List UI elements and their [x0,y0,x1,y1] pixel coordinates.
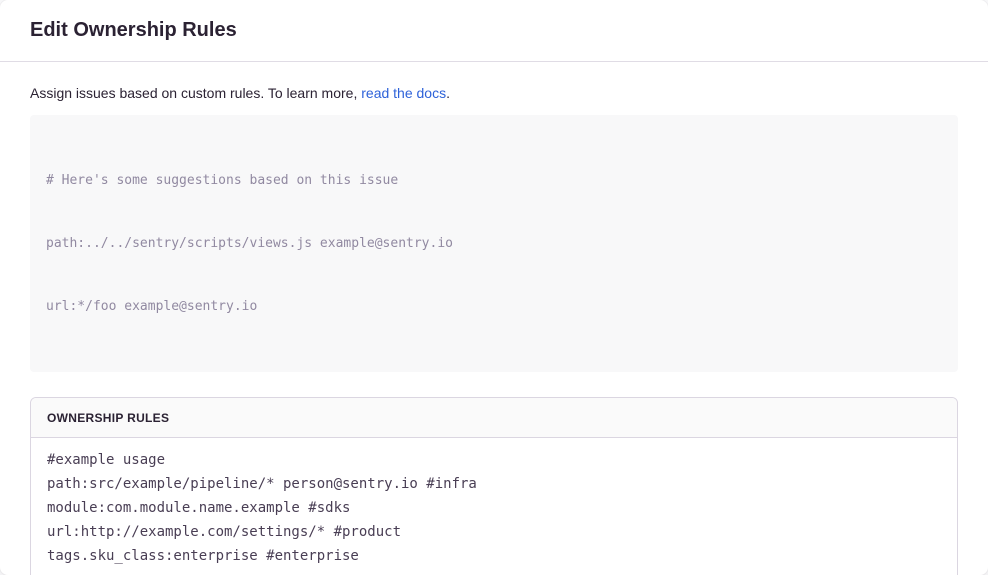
suggestion-line: path:../../sentry/scripts/views.js examp… [46,233,942,254]
ownership-rules-panel: OWNERSHIP RULES #example usage path:src/… [30,397,958,575]
suggestion-line: url:*/foo example@sentry.io [46,296,942,317]
modal-title: Edit Ownership Rules [30,19,237,42]
read-the-docs-link[interactable]: read the docs [361,85,446,101]
modal-header: Edit Ownership Rules [0,0,988,62]
edit-ownership-rules-modal: Edit Ownership Rules Assign issues based… [0,0,988,575]
ownership-rules-textarea[interactable]: #example usage path:src/example/pipeline… [31,438,957,575]
ownership-rules-panel-title: OWNERSHIP RULES [47,411,169,425]
intro-text-after-link: . [446,85,450,101]
intro-text-before-link: Assign issues based on custom rules. To … [30,85,361,101]
ownership-rules-panel-header: OWNERSHIP RULES [31,398,957,438]
intro-text: Assign issues based on custom rules. To … [30,85,958,101]
modal-body: Assign issues based on custom rules. To … [0,62,988,575]
suggestions-block: # Here's some suggestions based on this … [30,115,958,372]
suggestion-line: # Here's some suggestions based on this … [46,170,942,191]
